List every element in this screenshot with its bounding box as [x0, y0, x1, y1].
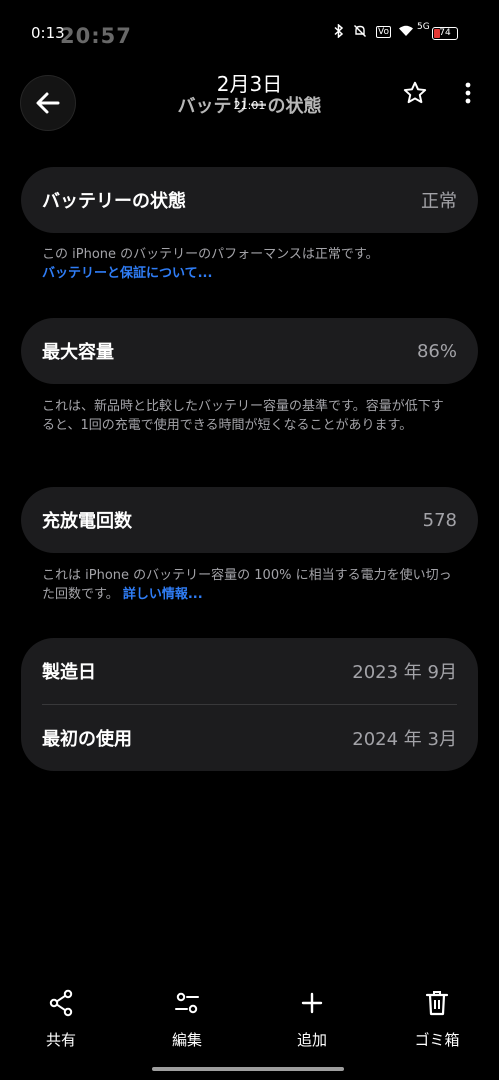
share-icon — [49, 989, 73, 1017]
signal-5g-icon: 5G — [417, 22, 430, 32]
battery-health-card: バッテリーの状態 正常 — [21, 167, 478, 233]
edit-label: 編集 — [171, 1031, 202, 1049]
battery-warranty-link[interactable]: バッテリーと保証について... — [42, 264, 452, 283]
trash-button[interactable]: ゴミ箱 — [397, 985, 477, 1050]
share-button[interactable]: 共有 — [21, 985, 101, 1050]
mute-bell-icon — [353, 24, 367, 42]
max-capacity-card: 最大容量 86% — [21, 318, 478, 384]
battery-health-value: 正常 — [421, 191, 457, 212]
battery-health-row: バッテリーの状態 正常 — [21, 167, 478, 233]
battery-health-note: この iPhone のバッテリーのパフォーマンスは正常です。 — [42, 247, 379, 262]
wifi-icon — [398, 24, 414, 41]
battery-health-label: バッテリーの状態 — [42, 191, 186, 212]
first-use-value: 2024 年 3月 — [352, 729, 457, 750]
cycle-count-value: 578 — [422, 509, 457, 531]
status-ghost-time: 20:57 — [60, 24, 132, 48]
edit-button[interactable]: 編集 — [147, 985, 227, 1050]
max-capacity-note: これは、新品時と比較したバッテリー容量の基準です。容量が低下すると、1回の充電で… — [42, 399, 444, 433]
add-label: 追加 — [296, 1031, 327, 1049]
max-capacity-value: 86% — [416, 340, 457, 362]
cycle-count-row: 充放電回数 578 — [21, 487, 478, 553]
learn-more-link[interactable]: 詳しい情報... — [123, 587, 203, 602]
more-options-button[interactable] — [457, 78, 479, 108]
dates-card: 製造日 2023 年 9月 最初の使用 2024 年 3月 — [21, 638, 478, 771]
battery-level: 74 — [439, 28, 451, 38]
bottom-action-bar: 共有 編集 追加 ゴミ箱 — [0, 985, 499, 1055]
battery-health-note-block: この iPhone のバッテリーのパフォーマンスは正常です。 バッテリーと保証に… — [42, 245, 452, 283]
cycle-count-label: 充放電回数 — [42, 511, 132, 532]
header: バッテリーの状態 2月3日 21:01 — [0, 62, 499, 142]
manufactured-row: 製造日 2023 年 9月 — [21, 638, 478, 704]
cycle-count-note-block: これは iPhone のバッテリー容量の 100% に相当する電力を使い切った回… — [42, 566, 452, 604]
volte-icon: Vo — [376, 26, 391, 38]
bluetooth-icon — [334, 23, 344, 42]
favorite-button[interactable] — [400, 78, 430, 108]
star-icon — [403, 81, 427, 104]
add-button[interactable]: 追加 — [272, 985, 352, 1050]
cycle-count-card: 充放電回数 578 — [21, 487, 478, 553]
home-indicator[interactable] — [152, 1067, 344, 1071]
manufactured-label: 製造日 — [42, 662, 96, 683]
trash-label: ゴミ箱 — [414, 1031, 460, 1049]
cycle-count-note: これは iPhone のバッテリー容量の 100% に相当する電力を使い切った回… — [42, 568, 452, 602]
share-label: 共有 — [45, 1031, 76, 1049]
more-vert-icon — [465, 82, 471, 104]
plus-icon — [301, 992, 323, 1014]
status-bar: 0:13 20:57 Vo 5G 74 — [0, 0, 499, 60]
manufactured-value: 2023 年 9月 — [352, 662, 457, 683]
first-use-row: 最初の使用 2024 年 3月 — [21, 705, 478, 771]
max-capacity-row: 最大容量 86% — [21, 318, 478, 384]
first-use-label: 最初の使用 — [42, 729, 132, 750]
max-capacity-label: 最大容量 — [42, 342, 114, 363]
trash-icon — [425, 991, 449, 1016]
battery-icon: 74 — [432, 27, 458, 40]
edit-sliders-icon — [175, 992, 199, 1014]
